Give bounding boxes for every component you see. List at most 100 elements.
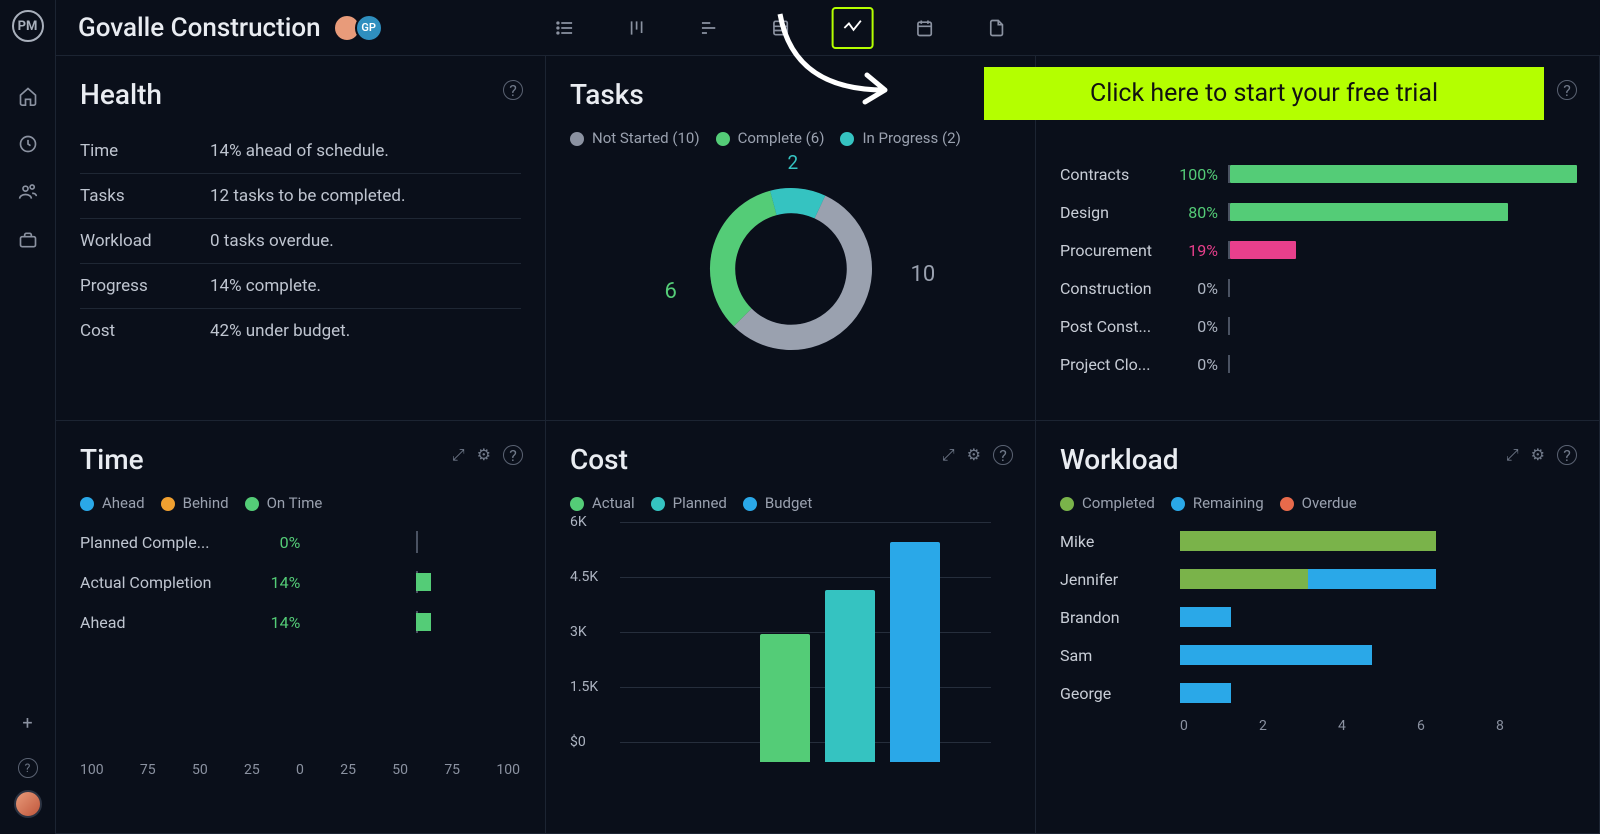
gear-icon[interactable]: ⚙ [477, 445, 491, 465]
health-value: 14% complete. [210, 276, 321, 296]
panel-help-icon[interactable]: ? [503, 80, 523, 100]
progress-row: Contracts 100% [1060, 155, 1575, 193]
avatar-2[interactable]: GP [355, 14, 383, 42]
donut-label-notstarted: 10 [911, 262, 936, 287]
progress-bar [1228, 317, 1575, 335]
axis-tick: 6K [570, 514, 587, 530]
user-avatar[interactable] [14, 790, 42, 818]
progress-label: Construction [1060, 279, 1172, 298]
axis-tick: 2 [1259, 718, 1338, 734]
axis-tick: 4.5K [570, 569, 598, 585]
file-view-icon[interactable] [976, 7, 1018, 49]
board-view-icon[interactable] [616, 7, 658, 49]
progress-pct: 19% [1172, 241, 1218, 260]
dashboard-grid: Health ? Time14% ahead of schedule. Tasks… [56, 56, 1600, 834]
panel-title: Tasks [570, 78, 1011, 111]
axis-tick: 100 [80, 762, 104, 778]
time-row: Planned Comple... 0% [80, 522, 521, 562]
workload-row: Jennifer [1060, 560, 1575, 598]
workload-bar [1180, 645, 1575, 665]
app-logo[interactable]: PM [12, 10, 44, 42]
workload-legend: CompletedRemainingOverdue [1060, 494, 1575, 512]
help-icon[interactable]: ? [18, 758, 38, 778]
workload-row: George [1060, 674, 1575, 712]
tasks-panel: Tasks Not Started (10)Complete (6)In Pro… [546, 56, 1036, 421]
health-row: Workload0 tasks overdue. [80, 219, 521, 264]
time-row: Actual Completion 14% [80, 562, 521, 602]
team-avatars[interactable]: GP [339, 14, 383, 42]
cost-bar [890, 542, 940, 762]
expand-icon[interactable]: ⤢ [942, 445, 955, 465]
gear-icon[interactable]: ⚙ [1531, 445, 1545, 465]
health-label: Cost [80, 321, 210, 341]
progress-row: Post Const... 0% [1060, 307, 1575, 345]
progress-pct: 0% [1172, 279, 1218, 298]
workload-panel: Workload ⤢ ⚙ ? CompletedRemainingOverdue… [1036, 421, 1600, 834]
panel-help-icon[interactable]: ? [503, 445, 523, 465]
axis-tick: 50 [392, 762, 408, 778]
health-row: Cost42% under budget. [80, 309, 521, 353]
home-icon[interactable] [16, 84, 40, 108]
health-value: 42% under budget. [210, 321, 350, 341]
cost-bar [760, 634, 810, 762]
progress-label: Project Clo... [1060, 355, 1172, 374]
health-row: Time14% ahead of schedule. [80, 129, 521, 174]
people-icon[interactable] [16, 180, 40, 204]
clock-icon[interactable] [16, 132, 40, 156]
workload-row: Brandon [1060, 598, 1575, 636]
workload-label: Mike [1060, 532, 1180, 551]
progress-bar [1228, 279, 1575, 297]
free-trial-cta[interactable]: Click here to start your free trial [984, 67, 1544, 120]
health-label: Workload [80, 231, 210, 251]
workload-segment [1180, 607, 1231, 627]
axis-tick: 100 [496, 762, 520, 778]
workload-segment [1180, 645, 1372, 665]
legend-item: Completed [1060, 494, 1155, 512]
progress-row: Design 80% [1060, 193, 1575, 231]
gear-icon[interactable]: ⚙ [967, 445, 981, 465]
briefcase-icon[interactable] [16, 228, 40, 252]
progress-row: Project Clo... 0% [1060, 345, 1575, 383]
health-value: 12 tasks to be completed. [210, 186, 405, 206]
time-panel: Time ⤢ ⚙ ? AheadBehindOn Time Planned Co… [56, 421, 546, 834]
health-panel: Health ? Time14% ahead of schedule. Tasks… [56, 56, 546, 421]
cost-bar [825, 590, 875, 762]
expand-icon[interactable]: ⤢ [1506, 445, 1519, 465]
progress-pct: 80% [1172, 203, 1218, 222]
axis-tick: 50 [192, 762, 208, 778]
axis-tick: $0 [570, 734, 586, 750]
health-label: Progress [80, 276, 210, 296]
dashboard-view-icon[interactable] [832, 7, 874, 49]
workload-axis: 02468 [1180, 718, 1575, 734]
time-pct: 14% [243, 613, 300, 632]
add-icon[interactable]: + [22, 713, 32, 734]
workload-bar [1180, 683, 1575, 703]
workload-label: George [1060, 684, 1180, 703]
progress-pct: 0% [1172, 355, 1218, 374]
tasks-legend: Not Started (10)Complete (6)In Progress … [570, 129, 1011, 147]
time-pct: 0% [243, 533, 300, 552]
time-bar [310, 533, 521, 551]
time-legend: AheadBehindOn Time [80, 494, 521, 512]
cost-chart: 6K4.5K3K1.5K$0 [620, 522, 1011, 762]
legend-item: Actual [570, 494, 635, 512]
gantt-view-icon[interactable] [688, 7, 730, 49]
progress-bar [1228, 241, 1575, 259]
panel-help-icon[interactable]: ? [993, 445, 1013, 465]
panel-title: Health [80, 78, 521, 111]
workload-label: Brandon [1060, 608, 1180, 627]
workload-bar [1180, 607, 1575, 627]
calendar-view-icon[interactable] [904, 7, 946, 49]
legend-item: Planned [651, 494, 727, 512]
progress-bar [1228, 203, 1575, 221]
health-label: Tasks [80, 186, 210, 206]
sheet-view-icon[interactable] [760, 7, 802, 49]
donut-label-complete: 6 [665, 279, 677, 304]
list-view-icon[interactable] [544, 7, 586, 49]
time-bar [310, 573, 521, 591]
time-axis: 1007550250255075100 [80, 762, 520, 778]
expand-icon[interactable]: ⤢ [452, 445, 465, 465]
workload-label: Jennifer [1060, 570, 1180, 589]
panel-help-icon[interactable]: ? [1557, 445, 1577, 465]
panel-help-icon[interactable]: ? [1557, 80, 1577, 100]
